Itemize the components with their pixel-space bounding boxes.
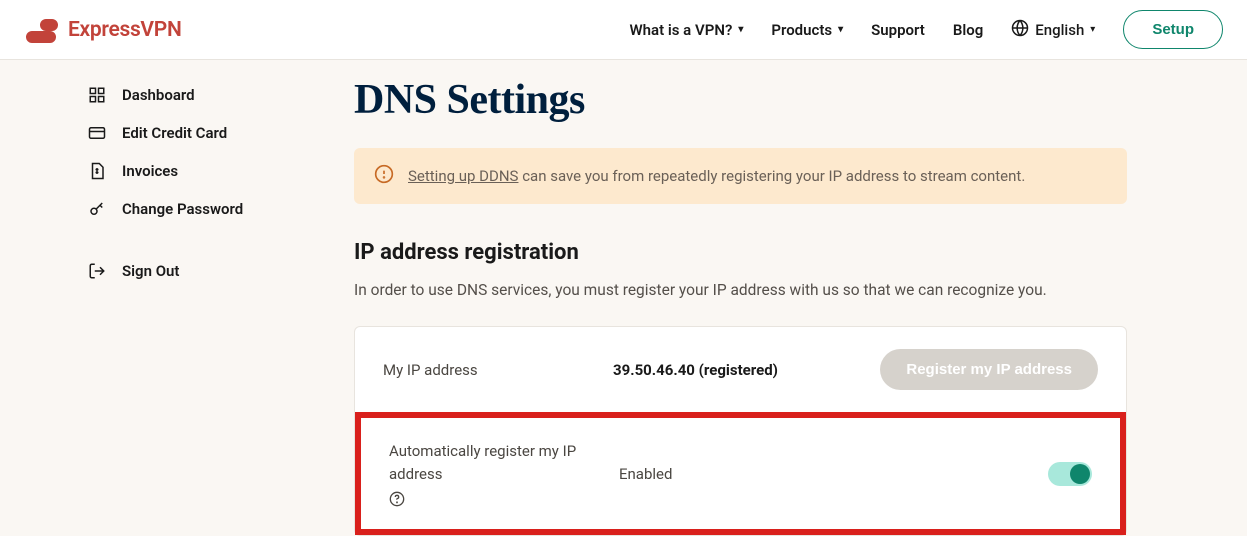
language-label: English bbox=[1035, 21, 1084, 39]
chevron-down-icon: ▾ bbox=[838, 24, 843, 35]
nav-blog[interactable]: Blog bbox=[953, 21, 983, 39]
dashboard-icon bbox=[88, 86, 106, 104]
nav-label: Support bbox=[871, 21, 925, 39]
setup-button[interactable]: Setup bbox=[1123, 10, 1223, 49]
chevron-down-icon: ▾ bbox=[1090, 24, 1095, 35]
sidebar: Dashboard Edit Credit Card Invoices Chan… bbox=[0, 68, 300, 536]
auto-register-row: Automatically register my IP address Ena… bbox=[361, 418, 1120, 529]
invoice-icon bbox=[88, 162, 106, 180]
language-selector[interactable]: English ▾ bbox=[1011, 19, 1095, 41]
auto-register-value: Enabled bbox=[619, 465, 1028, 483]
expressvpn-logo-icon bbox=[24, 17, 58, 43]
auto-register-toggle[interactable] bbox=[1048, 462, 1092, 486]
brand-logo[interactable]: ExpressVPN bbox=[24, 17, 182, 43]
page-title: DNS Settings bbox=[354, 76, 1127, 124]
key-icon bbox=[88, 200, 106, 218]
globe-icon bbox=[1011, 19, 1029, 41]
nav-products[interactable]: Products ▾ bbox=[771, 21, 843, 39]
ip-registration-card: My IP address 39.50.46.40 (registered) R… bbox=[354, 326, 1127, 536]
sidebar-item-label: Edit Credit Card bbox=[122, 124, 227, 142]
ddns-alert: Setting up DDNS can save you from repeat… bbox=[354, 148, 1127, 204]
top-nav: What is a VPN? ▾ Products ▾ Support Blog… bbox=[629, 10, 1223, 49]
sidebar-item-label: Change Password bbox=[122, 200, 243, 218]
section-title: IP address registration bbox=[354, 240, 1127, 265]
help-icon[interactable] bbox=[389, 491, 405, 507]
sidebar-item-edit-card[interactable]: Edit Credit Card bbox=[88, 114, 300, 152]
info-icon bbox=[374, 164, 394, 188]
ip-row-value: 39.50.46.40 (registered) bbox=[613, 361, 860, 379]
sidebar-item-sign-out[interactable]: Sign Out bbox=[88, 252, 300, 290]
credit-card-icon bbox=[88, 124, 106, 142]
sidebar-item-label: Sign Out bbox=[122, 262, 179, 280]
toggle-knob bbox=[1070, 464, 1090, 484]
alert-text: Setting up DDNS can save you from repeat… bbox=[408, 167, 1025, 185]
register-ip-button[interactable]: Register my IP address bbox=[880, 349, 1098, 390]
sidebar-item-label: Dashboard bbox=[122, 86, 195, 104]
nav-label: What is a VPN? bbox=[629, 21, 732, 39]
section-description: In order to use DNS services, you must r… bbox=[354, 279, 1127, 302]
sidebar-item-dashboard[interactable]: Dashboard bbox=[88, 76, 300, 114]
ddns-link[interactable]: Setting up DDNS bbox=[408, 167, 518, 185]
top-header: ExpressVPN What is a VPN? ▾ Products ▾ S… bbox=[0, 0, 1247, 60]
auto-register-label-text: Automatically register my IP address bbox=[389, 440, 599, 485]
sidebar-item-invoices[interactable]: Invoices bbox=[88, 152, 300, 190]
auto-register-highlight: Automatically register my IP address Ena… bbox=[355, 412, 1126, 535]
auto-register-label: Automatically register my IP address bbox=[389, 440, 599, 507]
ip-row-label: My IP address bbox=[383, 359, 593, 382]
nav-label: Blog bbox=[953, 21, 983, 39]
nav-what-is-vpn[interactable]: What is a VPN? ▾ bbox=[629, 21, 743, 39]
sidebar-item-label: Invoices bbox=[122, 162, 178, 180]
alert-rest: can save you from repeatedly registering… bbox=[518, 167, 1025, 185]
nav-support[interactable]: Support bbox=[871, 21, 925, 39]
brand-name: ExpressVPN bbox=[68, 18, 182, 42]
chevron-down-icon: ▾ bbox=[738, 24, 743, 35]
page-body: Dashboard Edit Credit Card Invoices Chan… bbox=[0, 60, 1247, 536]
main-content: DNS Settings Setting up DDNS can save yo… bbox=[300, 68, 1247, 536]
nav-label: Products bbox=[771, 21, 832, 39]
sidebar-item-change-password[interactable]: Change Password bbox=[88, 190, 300, 228]
ip-row: My IP address 39.50.46.40 (registered) R… bbox=[355, 327, 1126, 412]
sign-out-icon bbox=[88, 262, 106, 280]
